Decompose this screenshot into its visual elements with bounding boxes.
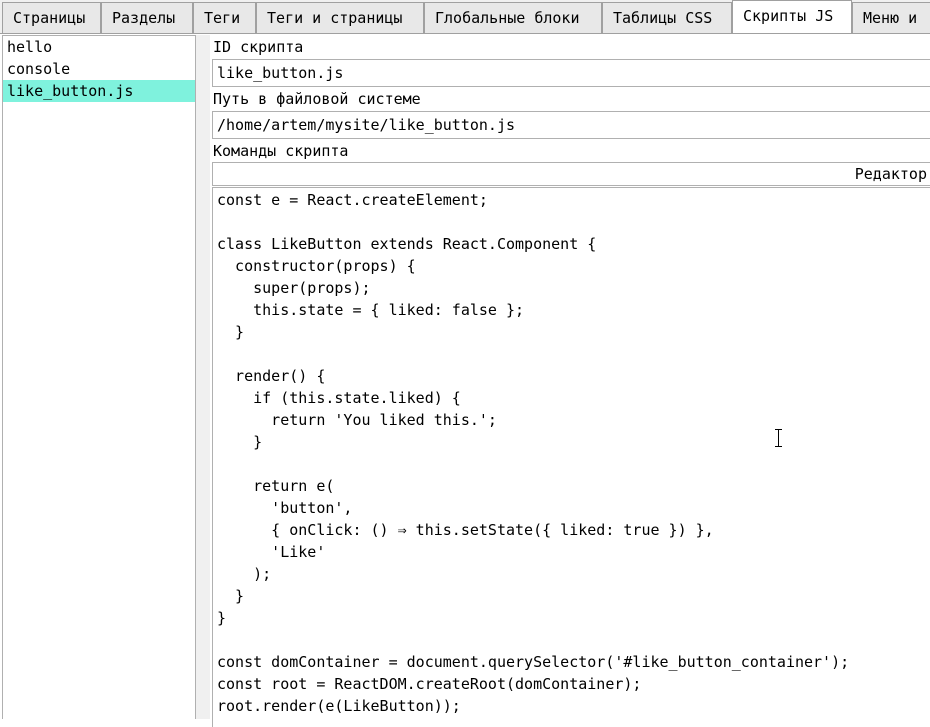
tab-js-scripts[interactable]: Скрипты JS [732,0,852,33]
editor-mode-label[interactable]: Редактор [855,163,927,185]
code-editor[interactable]: const e = React.createElement; class Lik… [212,187,930,727]
code-line: const root = ReactDOM.createRoot(domCont… [217,675,642,693]
code-line: } [217,323,245,341]
tab-tags[interactable]: Теги [193,2,256,33]
editor-toolbar: Редактор [212,162,930,186]
code-line: 'button', [217,499,353,517]
script-path-label: Путь в файловой системе [213,90,421,108]
code-line: if (this.state.liked) { [217,389,461,407]
tab-label: Скрипты JS [743,7,834,25]
code-line: render() { [217,367,326,385]
tab-label: Глобальные блоки [435,9,580,27]
code-line: this.state = { liked: false }; [217,301,525,319]
tab-label: Теги и страницы [267,9,403,27]
code-line: return e( [217,477,335,495]
code-line: } [217,587,245,605]
text-cursor-icon [775,429,782,447]
code-line: super(props); [217,279,371,297]
tab-label: Меню и [863,9,918,27]
tab-bar: Страницы Разделы Теги Теги и страницы Гл… [0,0,930,34]
tab-label: Теги [204,9,241,27]
code-line: ); [217,565,272,583]
script-id-label: ID скрипта [213,38,304,56]
tab-tags-and-pages[interactable]: Теги и страницы [256,2,424,33]
script-list[interactable]: hello console like_button.js [2,35,196,719]
code-line: { onClick: () ⇒ this.setState({ liked: t… [217,521,714,539]
tab-label: Страницы [13,9,86,27]
list-item[interactable]: console [3,58,195,80]
code-line: const e = React.createElement; [217,191,488,209]
tab-css-tables[interactable]: Таблицы CSS [602,2,732,33]
script-id-field[interactable]: like_button.js [212,59,930,87]
tab-label: Таблицы CSS [613,9,713,27]
code-line: } [217,433,263,451]
code-line: constructor(props) { [217,257,416,275]
tab-menus[interactable]: Меню и [852,2,930,33]
code-line: class LikeButton extends React.Component… [217,235,597,253]
code-line: 'Like' [217,543,326,561]
code-line: root.render(e(LikeButton)); [217,697,461,715]
script-path-field[interactable]: /home/artem/mysite/like_button.js [212,111,930,139]
tab-global-blocks[interactable]: Глобальные блоки [424,2,602,33]
code-line: return 'You liked this.'; [217,411,497,429]
script-commands-label: Команды скрипта [213,142,349,160]
pane-splitter[interactable] [196,35,210,719]
tab-label: Разделы [112,9,176,27]
code-line: const domContainer = document.querySelec… [217,653,850,671]
list-item[interactable]: hello [3,36,195,58]
code-line: } [217,609,227,627]
tab-sections[interactable]: Разделы [101,2,193,33]
tab-pages[interactable]: Страницы [2,2,101,33]
script-details-pane: ID скрипта like_button.js Путь в файлово… [210,35,930,727]
list-item-selected[interactable]: like_button.js [3,80,195,102]
